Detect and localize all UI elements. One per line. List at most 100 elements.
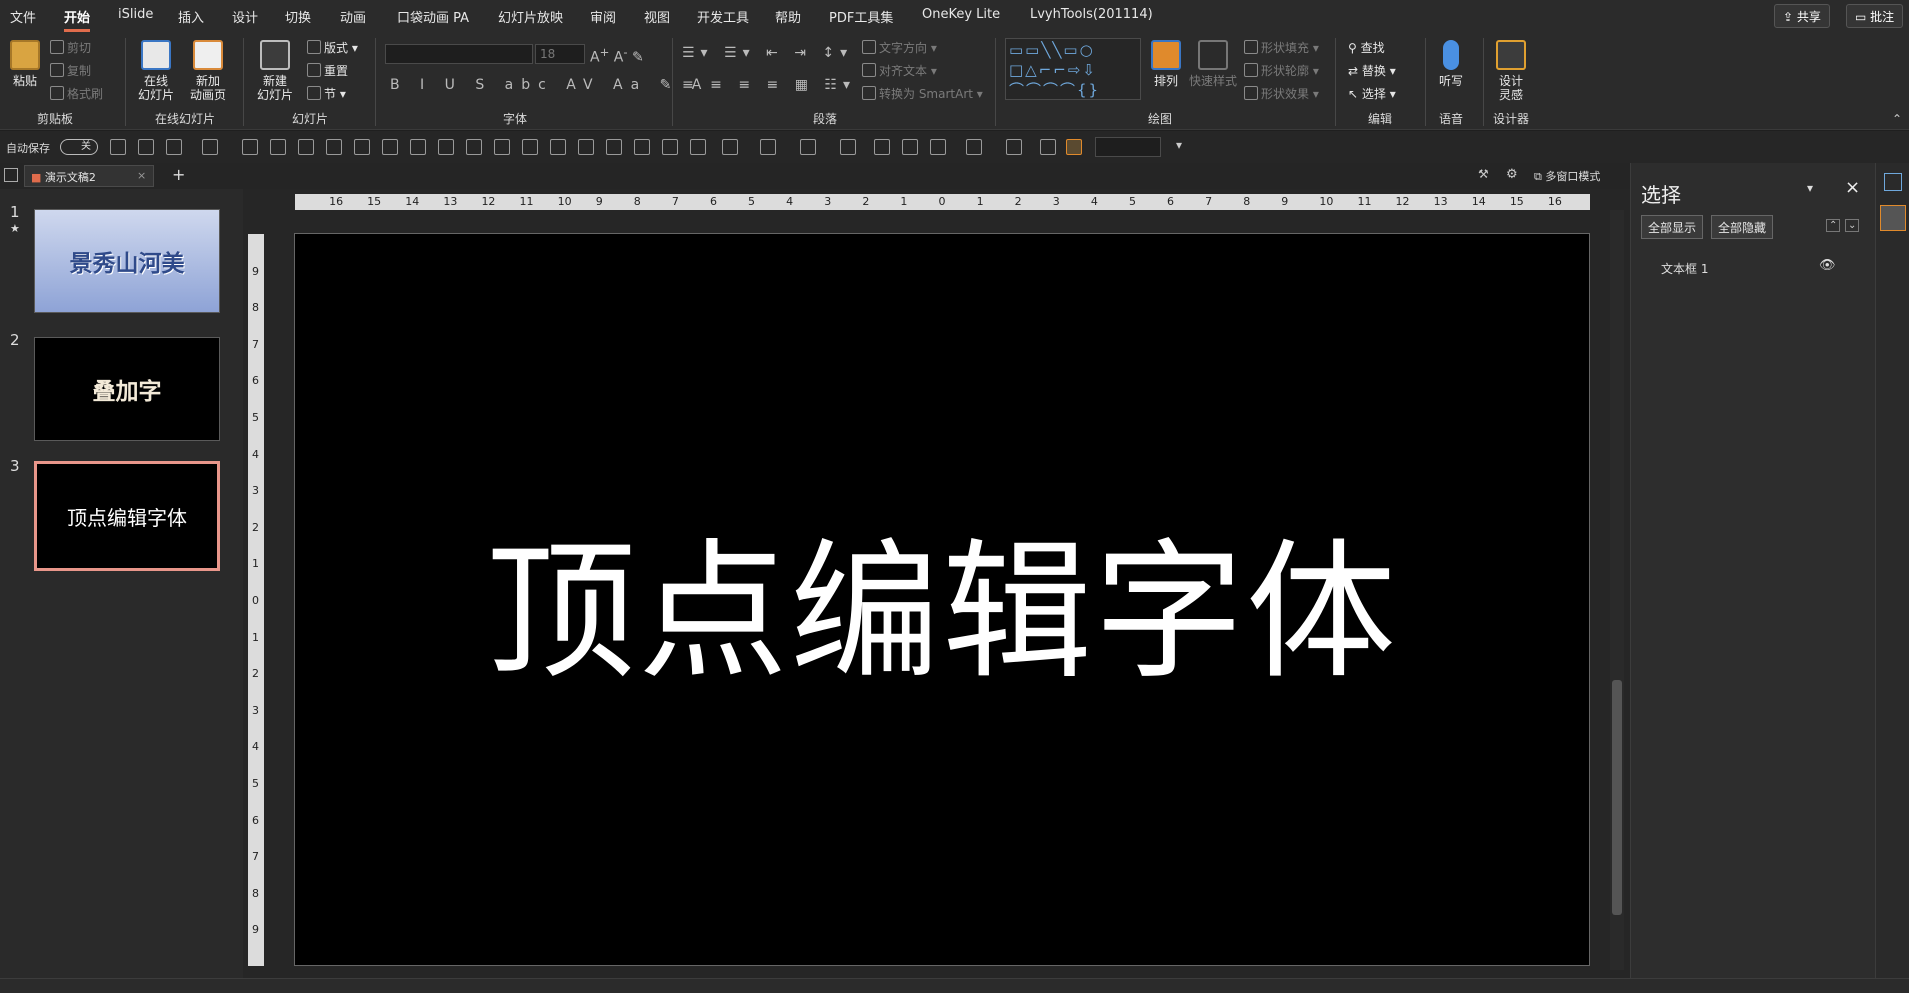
selection-item[interactable]: 文本框 1 <box>1661 260 1708 277</box>
tool-icon[interactable] <box>242 139 258 155</box>
menu-home[interactable]: 开始 <box>64 7 91 32</box>
tool-icon[interactable] <box>606 139 622 155</box>
tool-icon[interactable] <box>966 139 982 155</box>
font-name-box[interactable] <box>385 44 533 64</box>
copy-button[interactable]: 复制 <box>50 62 91 79</box>
tool-icon[interactable] <box>902 139 918 155</box>
shape-fill-button[interactable]: 形状填充 ▾ <box>1244 39 1319 56</box>
panel-toggle-icon[interactable] <box>4 168 18 182</box>
hide-all-button[interactable]: 全部隐藏 <box>1711 215 1774 239</box>
tool-icon[interactable] <box>662 139 678 155</box>
replace-button[interactable]: ⇄ 替换 ▾ <box>1348 62 1396 79</box>
menu-insert[interactable]: 插入 <box>178 7 204 26</box>
shape-effects-button[interactable]: 形状效果 ▾ <box>1244 85 1319 102</box>
menu-view[interactable]: 视图 <box>644 7 670 26</box>
menu-design[interactable]: 设计 <box>232 7 258 26</box>
tool-icon[interactable] <box>930 139 946 155</box>
share-button[interactable]: ⇪ 共享 <box>1774 4 1830 28</box>
selection-pane-icon[interactable] <box>1880 205 1906 231</box>
tool-icon[interactable] <box>522 139 538 155</box>
tool-icon[interactable] <box>1040 139 1056 155</box>
text-direction-button[interactable]: 文字方向 ▾ <box>862 39 937 56</box>
collapse-ribbon-icon[interactable]: ⌃ <box>1892 112 1902 126</box>
menu-transitions[interactable]: 切换 <box>285 7 311 26</box>
slide-title-text[interactable]: 顶点编辑字体 <box>486 491 1398 708</box>
tool-icon[interactable] <box>800 139 816 155</box>
cut-button[interactable]: 剪切 <box>50 39 91 56</box>
tool-dropdown[interactable] <box>1095 137 1161 157</box>
tool-icon[interactable] <box>110 139 126 155</box>
close-icon[interactable]: × <box>1845 177 1860 198</box>
tool-icon[interactable] <box>1006 139 1022 155</box>
tab-document[interactable]: ■ 演示文稿2 × <box>24 165 154 187</box>
slide-thumbnail-1[interactable]: 景秀山河美 <box>34 209 220 313</box>
tool-icon[interactable] <box>382 139 398 155</box>
reset-button[interactable]: 重置 <box>307 62 348 79</box>
tool-icon-active[interactable] <box>1066 139 1082 155</box>
tool-icon[interactable] <box>722 139 738 155</box>
designer-pane-icon[interactable] <box>1884 173 1902 191</box>
pane-options-icon[interactable]: ▾ <box>1807 181 1813 195</box>
tool-icon[interactable] <box>494 139 510 155</box>
autosave-toggle[interactable]: 关 <box>60 139 98 155</box>
tool-icon[interactable] <box>438 139 454 155</box>
close-tab-icon[interactable]: × <box>137 169 146 182</box>
tool-icon[interactable] <box>690 139 706 155</box>
gear-icon[interactable]: ⚙ <box>1506 167 1518 182</box>
menu-lvyhtools[interactable]: LvyhTools(201114) <box>1030 7 1153 22</box>
new-slide-button[interactable]: 新建 幻灯片 <box>252 40 298 102</box>
alignment-buttons[interactable]: ≡ ≡ ≡ ≡ ▦ ☷▾ <box>682 77 856 93</box>
tool-icon[interactable] <box>326 139 342 155</box>
scrollbar-thumb[interactable] <box>1612 680 1622 915</box>
menu-onekey[interactable]: OneKey Lite <box>922 7 1000 22</box>
comments-button[interactable]: ▭ 批注 <box>1846 4 1904 28</box>
menu-pocket-anim[interactable]: 口袋动画 PA <box>397 7 469 26</box>
tool-icon[interactable] <box>298 139 314 155</box>
menu-developer[interactable]: 开发工具 <box>697 7 749 26</box>
tool-icon[interactable] <box>634 139 650 155</box>
paste-button[interactable]: 粘贴 <box>8 40 42 88</box>
tools-icon[interactable]: ⚒ <box>1478 167 1489 181</box>
font-format-buttons[interactable]: B I U S abc AV Aa ✎ A <box>390 77 709 93</box>
font-grow-shrink-icons[interactable]: A+ A- ✎ <box>590 45 644 66</box>
menu-file[interactable]: 文件 <box>10 7 36 26</box>
tool-icon[interactable] <box>466 139 482 155</box>
send-backward-icon[interactable]: ⌄ <box>1845 219 1860 232</box>
eye-icon[interactable]: 👁 <box>1819 258 1836 273</box>
bring-forward-icon[interactable]: ⌃ <box>1826 219 1841 232</box>
slide-thumbnail-3[interactable]: 顶点编辑字体 <box>34 461 220 571</box>
list-indent-buttons[interactable]: ☰▾ ☰▾ ⇤ ⇥ ↕▾ <box>682 45 853 61</box>
section-button[interactable]: 节 ▾ <box>307 85 346 102</box>
design-ideas-button[interactable]: 设计 灵感 <box>1488 40 1534 102</box>
slide-thumbnail-2[interactable]: 叠加字 <box>34 337 220 441</box>
select-button[interactable]: ↖ 选择 ▾ <box>1348 85 1396 102</box>
multi-window-button[interactable]: ⧉ 多窗口模式 <box>1534 168 1600 184</box>
align-text-button[interactable]: 对齐文本 ▾ <box>862 62 937 79</box>
dictate-button[interactable]: 听写 <box>1430 40 1472 88</box>
new-tab-icon[interactable]: + <box>172 165 185 184</box>
new-anim-page-button[interactable]: 新加 动画页 <box>185 40 231 102</box>
menu-animations[interactable]: 动画 <box>340 7 366 26</box>
menu-slideshow[interactable]: 幻灯片放映 <box>498 7 563 26</box>
tool-icon[interactable] <box>138 139 154 155</box>
tool-icon[interactable] <box>550 139 566 155</box>
menu-help[interactable]: 帮助 <box>775 7 801 26</box>
tool-icon[interactable] <box>354 139 370 155</box>
current-slide[interactable]: 顶点编辑字体 <box>294 233 1590 966</box>
tool-icon[interactable] <box>410 139 426 155</box>
layout-button[interactable]: 版式 ▾ <box>307 39 358 56</box>
menu-review[interactable]: 审阅 <box>590 7 616 26</box>
tool-icon[interactable] <box>166 139 182 155</box>
tool-icon[interactable] <box>840 139 856 155</box>
online-slides-button[interactable]: 在线 幻灯片 <box>133 40 179 102</box>
arrange-button[interactable]: 排列 <box>1148 40 1184 88</box>
shape-outline-button[interactable]: 形状轮廓 ▾ <box>1244 62 1319 79</box>
find-button[interactable]: ⚲ 查找 <box>1348 39 1385 56</box>
smartart-button[interactable]: 转换为 SmartArt ▾ <box>862 85 983 102</box>
format-painter-button[interactable]: 格式刷 <box>50 85 103 102</box>
menu-islide[interactable]: iSlide <box>118 7 153 22</box>
tool-icon[interactable] <box>202 139 218 155</box>
font-size-box[interactable]: 18 <box>535 44 585 64</box>
more-tools-icon[interactable]: ▾ <box>1176 138 1182 152</box>
quick-styles-button[interactable]: 快速样式 <box>1188 40 1238 88</box>
